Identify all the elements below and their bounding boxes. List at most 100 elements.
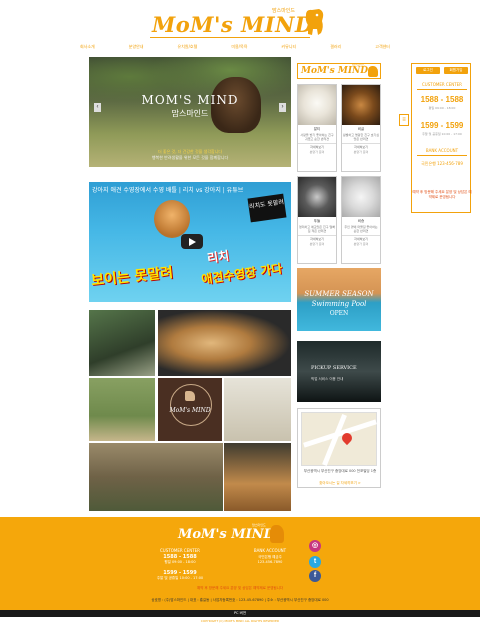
gallery-logo-tile[interactable]: MoM's MIND: [158, 378, 222, 441]
footer-cc-head: CUSTOMER CENTER: [160, 548, 200, 553]
divider: [417, 155, 467, 156]
gallery-photo-3[interactable]: [89, 378, 155, 441]
location-address: 부산광역시 부산진구 중앙대로 000 전포빌딩 1층: [303, 469, 377, 473]
puppy-photo: [342, 177, 380, 217]
summer-line-3: OPEN: [329, 310, 349, 317]
gallery-photo-5[interactable]: [224, 378, 291, 441]
puppy-desc: 영리하고 애교많은 친구 털빠짐 적은 반려견: [299, 225, 335, 233]
customer-center-label: CUSTOMER CENTER: [422, 82, 462, 87]
phone-number-2[interactable]: 1599 - 1599: [412, 121, 472, 130]
puppy-card[interactable]: 푸들 영리하고 애교많은 친구 털빠짐 적은 반려견 자세히보기 분양가 문의: [297, 176, 337, 264]
site-logo[interactable]: 맘스마인드 MoM's MIND: [150, 5, 330, 41]
adoption-logo-text: MoM's MIND: [301, 66, 369, 76]
puppy-detail-button[interactable]: 자세히보기: [342, 143, 380, 149]
footer-bank-head: BANK ACCOUNT: [253, 548, 287, 553]
nav-item-kindergarten[interactable]: 유치원/호텔: [178, 44, 198, 54]
nav-item-about[interactable]: 회사소개: [80, 44, 95, 54]
main-nav: 회사소개 분양안내 유치원/호텔 미용/목욕 커뮤니티 갤러리 고객센터: [80, 44, 390, 54]
site-header: 맘스마인드 MoM's MIND 회사소개 분양안내 유치원/호텔 미용/목욕 …: [0, 0, 480, 56]
hero-title: MOM'S MIND: [141, 93, 239, 107]
quick-panel: 로그인 회원가입 CUSTOMER CENTER 1588 - 1588 평일 …: [411, 63, 472, 213]
puppy-card[interactable]: 비글 활발하고 명랑한 친구 호기심 많은 반려견 자세히보기 분양가 문의: [341, 84, 381, 172]
gallery-photo-2[interactable]: [158, 310, 291, 376]
video-caption-left: 보이는 못말려: [90, 264, 174, 290]
puppy-price: 분양가 문의: [353, 242, 369, 246]
video-badge: 리치도 못말려: [247, 193, 287, 223]
login-button[interactable]: 로그인: [416, 67, 440, 74]
puppy-desc: 활발하고 명랑한 친구 호기심 많은 반려견: [343, 133, 379, 141]
puppy-detail-button[interactable]: 자세히보기: [298, 143, 336, 149]
summer-line-1: SUMMER SEASON: [304, 290, 374, 298]
summer-pool-banner[interactable]: SUMMER SEASON Swimming Pool OPEN: [297, 268, 381, 331]
pc-version-bar[interactable]: PC 버전: [0, 610, 480, 617]
adoption-logo-banner[interactable]: MoM's MIND 맘스마인드: [297, 63, 381, 79]
bank-account-label: BANK ACCOUNT: [425, 148, 459, 153]
gallery-photo-7[interactable]: [224, 443, 291, 511]
instagram-icon[interactable]: ◎: [309, 540, 321, 552]
puppy-card[interactable]: 비숑 주인 곁에 머물길 좋아하는 순한 반려견 자세히보기 분양가 문의: [341, 176, 381, 264]
location-map[interactable]: [301, 412, 377, 466]
hero-slider[interactable]: MOM'S MIND 맘스마인드 더 좋은 것, 더 건강한 것을 생각합니다 …: [89, 57, 291, 167]
side-menu-toggle-icon[interactable]: ≡: [399, 114, 409, 126]
bank-info: 국민은행 123-456-789: [421, 161, 463, 166]
video-embed[interactable]: 강아지 애견 수영장에서 수영 배틀 | 리치 vs 강아지 | 유튜브 리치도…: [89, 182, 291, 302]
signup-button[interactable]: 회원가입: [444, 67, 468, 74]
footer-logo-sub: 맘스마인드: [252, 523, 266, 527]
puppy-price: 분양가 문의: [309, 242, 325, 246]
nav-item-community[interactable]: 커뮤니티: [281, 44, 296, 54]
dog-logo-icon: [368, 66, 378, 77]
dog-silhouette-icon: [185, 391, 195, 401]
video-caption-right-1: 리치: [206, 248, 231, 266]
puppy-desc: 사랑을 받기 좋아하는 친구 귀엽고 순한 반려견: [300, 133, 334, 141]
nav-item-gallery[interactable]: 갤러리: [330, 44, 341, 54]
divider: [417, 89, 467, 90]
location-more-link[interactable]: 찾아오시는 길 자세히보기 >: [301, 481, 379, 486]
adoption-logo-sub: 맘스마인드: [352, 63, 366, 67]
puppy-card[interactable]: 말티 사랑을 받기 좋아하는 친구 귀엽고 순한 반려견 자세히보기 분양가 문…: [297, 84, 337, 172]
copyright: COPYRIGHT (C) MOM'S MIND ALL RIGHTS RESE…: [200, 619, 280, 623]
hours-1: 평일 09:00 - 18:00: [428, 106, 456, 110]
puppy-detail-button[interactable]: 자세히보기: [342, 235, 380, 241]
puppy-name: 푸들: [313, 219, 321, 223]
hours-2: 주말 및 공휴일 10:00 - 17:00: [422, 132, 462, 136]
reservation-notice: 예약 후 방문해 주세요 분양 및 상담은 예약제로 운영됩니다: [412, 190, 472, 199]
video-title: 강아지 애견 수영장에서 수영 배틀 | 리치 vs 강아지 | 유튜브: [92, 187, 244, 194]
video-dog-photo: [154, 200, 190, 238]
puppy-photo: [298, 85, 336, 125]
puppy-name: 비숑: [357, 219, 365, 223]
puppy-photo: [298, 177, 336, 217]
gallery-logo-text: MoM's MIND: [169, 407, 211, 414]
pickup-subtitle: 픽업 서비스 이용 안내: [311, 377, 344, 381]
puppy-name: 말티: [313, 127, 321, 131]
nav-item-support[interactable]: 고객센터: [375, 44, 390, 54]
summer-line-2: Swimming Pool: [311, 300, 367, 308]
slider-next-arrow-icon[interactable]: ›: [279, 103, 286, 112]
puppy-name: 비글: [357, 127, 365, 131]
phone-number-1[interactable]: 1588 - 1588: [412, 95, 472, 104]
slider-prev-arrow-icon[interactable]: ‹: [94, 103, 101, 112]
play-button-icon[interactable]: [181, 234, 203, 249]
footer-logo[interactable]: MoM's MIND 맘스마인드: [178, 523, 288, 545]
facebook-icon[interactable]: f: [309, 570, 321, 582]
puppy-photo: [342, 85, 380, 125]
location-map-box[interactable]: 부산광역시 부산진구 중앙대로 000 전포빌딩 1층 찾아오시는 길 자세히보…: [297, 408, 381, 488]
pickup-service-banner[interactable]: PICKUP SERVICE 픽업 서비스 이용 안내: [297, 341, 381, 402]
logo-underline: [150, 37, 310, 38]
gallery-photo-1[interactable]: [89, 310, 155, 376]
footer-bank-account: BANK ACCOUNT 국민은행 예금주 123-456-7890: [240, 548, 300, 565]
puppy-price: 분양가 문의: [353, 150, 369, 154]
puppy-price: 분양가 문의: [309, 150, 325, 154]
pickup-title: PICKUP SERVICE: [311, 365, 357, 371]
nav-item-grooming[interactable]: 미용/목욕: [231, 44, 247, 54]
puppy-detail-button[interactable]: 자세히보기: [298, 235, 336, 241]
hero-caption-2: 행복한 반려생활을 위한 모든 것을 함께합니다: [151, 155, 229, 160]
footer-hours-2: 주말 및 공휴일 10:00 - 17:00: [156, 576, 204, 580]
footer-hours-1: 평일 09:00 - 18:00: [164, 560, 196, 564]
twitter-icon[interactable]: t: [309, 556, 321, 568]
nav-item-adoption[interactable]: 분양안내: [129, 44, 144, 54]
footer-customer-center: CUSTOMER CENTER 1588 - 1588 평일 09:00 - 1…: [150, 548, 210, 581]
hero-subtitle: 맘스마인드: [171, 109, 209, 118]
footer-legal: 상호명 : (주)맘스마인드 | 대표 : 홍길동 | 사업자등록번호 : 12…: [151, 598, 329, 602]
gallery-photo-6[interactable]: [89, 443, 223, 511]
footer-logo-text: MoM's MIND: [178, 527, 275, 542]
